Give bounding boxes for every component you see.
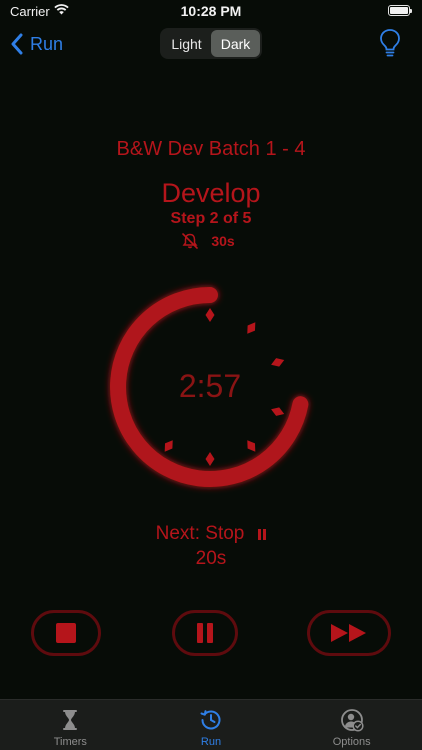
pause-icon <box>197 623 213 643</box>
hourglass-icon <box>63 710 78 730</box>
person-check-icon <box>340 709 364 732</box>
pause-mini-icon <box>258 528 267 540</box>
alert-interval: 30s <box>211 233 235 249</box>
status-bar: Carrier 10:28 PM <box>0 0 422 22</box>
dial-tick <box>271 358 285 367</box>
battery-icon <box>388 5 412 16</box>
fast-forward-icon <box>331 624 366 642</box>
bell-slash-icon <box>182 233 199 249</box>
tab-label-options: Options <box>332 736 371 748</box>
segment-dark[interactable]: Dark <box>211 30 260 57</box>
skip-forward-button[interactable] <box>307 610 391 656</box>
history-clock-icon <box>200 710 221 730</box>
tab-label-run: Run <box>200 736 222 748</box>
theme-segmented-control[interactable]: Light Dark <box>160 28 262 59</box>
pause-button[interactable] <box>172 610 238 656</box>
tab-bar: Timers Run Options <box>0 699 422 750</box>
segment-light[interactable]: Light <box>162 30 211 57</box>
lightbulb-icon[interactable] <box>378 28 402 58</box>
step-name: Develop <box>161 178 261 208</box>
status-time: 10:28 PM <box>180 3 242 19</box>
dial-tick <box>247 322 256 334</box>
dial-tick <box>205 308 215 322</box>
step-count: Step 2 of 5 <box>170 210 252 227</box>
dial-tick <box>247 440 256 452</box>
tab-label-timers: Timers <box>53 736 87 748</box>
dial-tick <box>205 452 215 466</box>
timer-readout: 2:57 <box>178 368 242 404</box>
next-step-label: Next: Stop <box>155 523 245 544</box>
next-step-time: 20s <box>195 548 227 569</box>
dial-tick <box>164 440 173 452</box>
batch-title: B&W Dev Batch 1 - 4 <box>116 138 306 160</box>
stop-button[interactable] <box>31 610 101 656</box>
stop-icon <box>56 623 76 643</box>
back-button[interactable]: Run <box>10 32 63 56</box>
tab-run[interactable]: Run <box>141 700 282 750</box>
next-step-row: Next: Stop <box>0 523 422 545</box>
tab-options[interactable]: Options <box>281 700 422 750</box>
alert-interval-row: 30s <box>0 232 422 250</box>
run-screen: Carrier 10:28 PM Run Light Dark B&W Dev … <box>0 0 422 750</box>
dial-tick <box>271 407 285 416</box>
tab-timers[interactable]: Timers <box>0 700 141 750</box>
chevron-left-icon <box>11 33 23 55</box>
back-label: Run <box>30 33 64 54</box>
